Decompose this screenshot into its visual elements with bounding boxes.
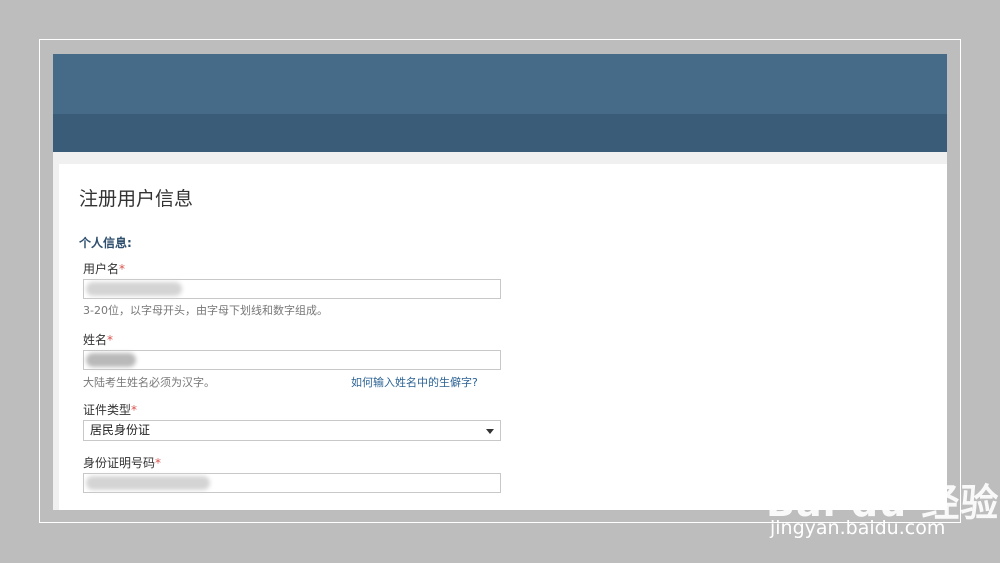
blurred-value <box>86 476 210 490</box>
site-nav-bar <box>53 114 947 152</box>
required-marker: * <box>119 262 126 276</box>
username-input[interactable] <box>83 279 501 299</box>
name-label-text: 姓名 <box>83 333 108 347</box>
required-marker: * <box>131 403 138 417</box>
name-hint: 大陆考生姓名必须为汉字。 <box>83 376 215 389</box>
section-heading-personal-info: 个人信息: <box>79 236 132 250</box>
name-label: 姓名* <box>83 331 113 348</box>
required-marker: * <box>107 333 114 347</box>
blurred-value <box>86 282 182 296</box>
username-label: 用户名* <box>83 260 125 277</box>
rare-character-help-link[interactable]: 如何输入姓名中的生僻字? <box>351 374 478 390</box>
username-label-text: 用户名 <box>83 262 120 276</box>
page-title: 注册用户信息 <box>79 188 194 210</box>
registration-panel: 注册用户信息 个人信息: 用户名* 3-20位，以字母开头，由字母下划线和数字组… <box>59 164 947 510</box>
id-number-label: 身份证明号码* <box>83 454 161 471</box>
id-type-selected-value: 居民身份证 <box>90 423 151 437</box>
site-header <box>53 54 947 114</box>
id-number-label-text: 身份证明号码 <box>83 456 156 470</box>
id-type-label-text: 证件类型 <box>83 403 132 417</box>
id-type-select[interactable]: 居民身份证 <box>83 420 501 441</box>
id-number-input[interactable] <box>83 473 501 493</box>
chevron-down-icon <box>486 429 494 434</box>
watermark-url: jingyan.baidu.com <box>770 517 946 539</box>
blurred-value <box>86 353 136 367</box>
username-hint: 3-20位，以字母开头，由字母下划线和数字组成。 <box>83 304 328 317</box>
id-type-label: 证件类型* <box>83 401 137 418</box>
required-marker: * <box>155 456 162 470</box>
name-input[interactable] <box>83 350 501 370</box>
browser-screen: 注册用户信息 个人信息: 用户名* 3-20位，以字母开头，由字母下划线和数字组… <box>53 54 947 510</box>
